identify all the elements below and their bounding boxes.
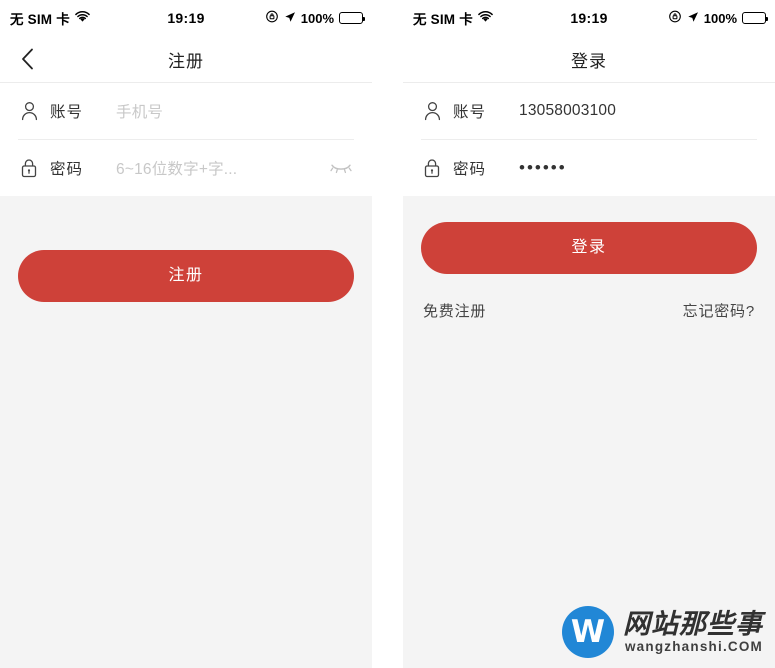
register-button-wrap: 注册 (0, 196, 372, 302)
person-icon (421, 100, 443, 122)
lock-icon (421, 157, 443, 179)
account-input[interactable]: 13058003100 (519, 102, 757, 120)
navbar-login: 登录 (403, 36, 775, 83)
password-input-masked[interactable]: •••••• (519, 158, 757, 178)
watermark: W 网站那些事 wangzhanshi.COM (562, 606, 763, 658)
account-field-row[interactable]: 账号 13058003100 (421, 83, 757, 140)
page-title-login: 登录 (571, 51, 607, 71)
password-label: 密码 (50, 161, 84, 178)
register-submit-button[interactable]: 注册 (18, 250, 354, 302)
login-form: 账号 13058003100 密码 •••••• (403, 83, 775, 196)
password-label: 密码 (453, 161, 487, 178)
panel-divider (372, 0, 403, 668)
battery-percent-label: 100% (300, 10, 334, 26)
register-body: 注册 (0, 196, 372, 668)
rotation-lock-icon (265, 10, 279, 26)
password-input[interactable]: 6~16位数字+字... (116, 157, 322, 179)
eye-off-icon[interactable] (328, 155, 354, 181)
register-screen: 无 SIM 卡 19:19 100% 注册 账号 手机号 密码 6~16位数字+… (0, 0, 372, 668)
rotation-lock-icon (668, 10, 682, 26)
watermark-title-en: wangzhanshi.COM (624, 639, 763, 655)
status-bar-right-group-2: 100% (668, 10, 768, 26)
person-icon (18, 100, 40, 122)
login-submit-button[interactable]: 登录 (421, 222, 757, 274)
watermark-title-cn: 网站那些事 (623, 608, 763, 639)
lock-icon (18, 157, 40, 179)
status-bar-left: 无 SIM 卡 19:19 100% (0, 0, 372, 36)
location-arrow-icon (687, 11, 699, 26)
password-field-row[interactable]: 密码 •••••• (421, 140, 757, 196)
free-register-link[interactable]: 免费注册 (423, 300, 486, 321)
location-arrow-icon (284, 11, 296, 26)
account-label: 账号 (50, 104, 84, 121)
battery-full-icon (339, 12, 365, 24)
password-field-row[interactable]: 密码 6~16位数字+字... (18, 140, 354, 196)
account-input[interactable]: 手机号 (116, 100, 354, 122)
battery-full-icon (742, 12, 768, 24)
register-form: 账号 手机号 密码 6~16位数字+字... (0, 83, 372, 196)
chevron-left-icon (21, 48, 33, 70)
battery-percent-label-2: 100% (703, 10, 737, 26)
page-title-register: 注册 (168, 51, 204, 71)
navbar-register: 注册 (0, 36, 372, 83)
back-button[interactable] (12, 44, 42, 74)
watermark-logo-icon: W (562, 606, 614, 658)
screenshot-stage: 无 SIM 卡 19:19 100% 注册 账号 手机号 密码 6~16位数字+… (0, 0, 775, 668)
account-field-row[interactable]: 账号 手机号 (18, 83, 354, 140)
login-button-wrap: 登录 (403, 196, 775, 274)
login-links-row: 免费注册 忘记密码? (403, 300, 775, 321)
status-bar-right: 无 SIM 卡 19:19 100% (403, 0, 775, 36)
watermark-text: 网站那些事 wangzhanshi.COM (623, 608, 763, 655)
account-label: 账号 (453, 104, 487, 121)
login-screen: 无 SIM 卡 19:19 100% 登录 账号 13058003100 密码 … (403, 0, 775, 668)
login-body: 登录 免费注册 忘记密码? (403, 196, 775, 668)
status-bar-right-group: 100% (265, 10, 365, 26)
forgot-password-link[interactable]: 忘记密码? (683, 300, 755, 321)
